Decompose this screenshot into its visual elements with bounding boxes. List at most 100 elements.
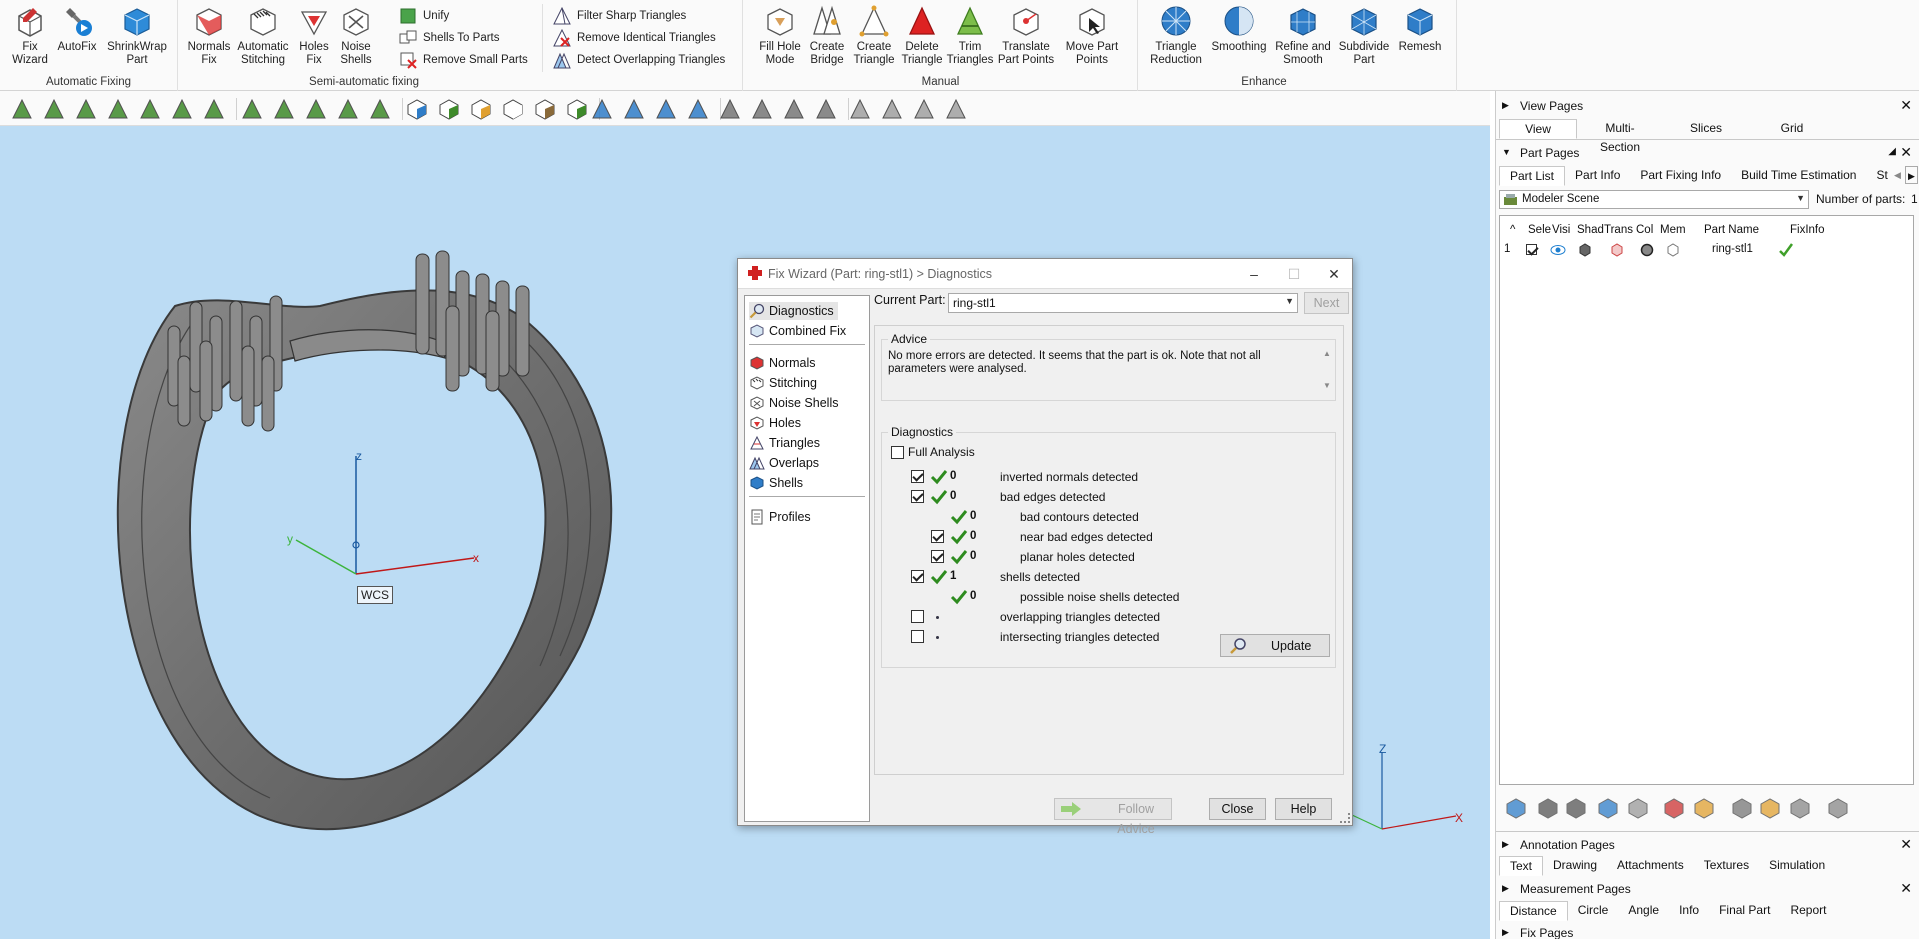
tab-textures[interactable]: Textures xyxy=(1694,856,1759,876)
view-front-icon[interactable] xyxy=(405,97,429,121)
automatic-stitching-button[interactable]: Automatic Stitching xyxy=(236,4,290,67)
next-button[interactable]: Next xyxy=(1304,292,1349,314)
fix-pages-header[interactable]: ▶ Fix Pages xyxy=(1496,923,1919,939)
select-brush-icon[interactable] xyxy=(202,97,226,121)
nav-item-shells[interactable]: Shells xyxy=(749,474,807,492)
column-header[interactable]: Sele xyxy=(1528,224,1551,236)
column-header[interactable]: Shad xyxy=(1577,224,1604,236)
delete-marked-icon[interactable] xyxy=(718,97,742,121)
nav-item-diagnostics[interactable]: Diagnostics xyxy=(749,302,838,320)
tab-angle[interactable]: Angle xyxy=(1618,901,1669,921)
mark-all-icon[interactable] xyxy=(336,97,360,121)
column-header[interactable]: ^ xyxy=(1510,224,1515,236)
mark-plane-icon[interactable] xyxy=(240,97,264,121)
tab-scroll-left-icon[interactable]: ◀ xyxy=(1894,166,1905,184)
diagnostic-checkbox[interactable] xyxy=(911,470,924,483)
shrinkwrap-part-button[interactable]: ShrinkWrap Part xyxy=(104,4,170,67)
minimize-button[interactable]: – xyxy=(1238,263,1270,285)
maximize-button[interactable]: ☐ xyxy=(1278,263,1310,285)
view-back-icon[interactable] xyxy=(437,97,461,121)
select-lasso-icon[interactable] xyxy=(170,97,194,121)
close-icon[interactable]: ✕ xyxy=(1900,144,1912,161)
memory-icon[interactable] xyxy=(1666,243,1680,257)
triangle-c-icon[interactable] xyxy=(814,97,838,121)
tri-grey-icon[interactable] xyxy=(944,97,968,121)
unify-button[interactable]: Unify xyxy=(398,6,449,26)
measurement-pages-header[interactable]: ▶ Measurement Pages ✕ xyxy=(1496,879,1919,898)
shells-to-parts-button[interactable]: Shells To Parts xyxy=(398,28,500,48)
diagnostic-checkbox[interactable] xyxy=(911,610,924,623)
remove-small-parts-button[interactable]: Remove Small Parts xyxy=(398,50,528,70)
delete-part-icon[interactable] xyxy=(1662,796,1686,820)
select-all-icon[interactable] xyxy=(1536,796,1560,820)
view-left-icon[interactable] xyxy=(501,97,525,121)
close-icon[interactable]: ✕ xyxy=(1900,97,1912,114)
nav-item-triangles[interactable]: Triangles xyxy=(749,434,824,452)
advice-scrollbar[interactable]: ▲ ▼ xyxy=(1321,346,1333,390)
select-edge-icon[interactable] xyxy=(74,97,98,121)
holes-fix-button[interactable]: Holes Fix xyxy=(295,4,333,67)
add-part-icon[interactable] xyxy=(1504,796,1528,820)
autofix-button[interactable]: AutoFix xyxy=(56,4,98,54)
fix-wizard-button[interactable]: Fix Wizard xyxy=(10,4,50,67)
tab-slices[interactable]: Slices xyxy=(1663,119,1749,139)
subdivide-part-button[interactable]: Subdivide Part xyxy=(1337,4,1391,67)
tab-grid[interactable]: Grid xyxy=(1749,119,1835,139)
remove-identical-triangles-button[interactable]: Remove Identical Triangles xyxy=(552,28,716,48)
trim-triangles-button[interactable]: Trim Triangles xyxy=(947,4,993,67)
tab-build-time-estimation[interactable]: Build Time Estimation xyxy=(1731,166,1866,186)
transparency-icon[interactable] xyxy=(1610,243,1624,257)
tri-blue-icon[interactable] xyxy=(912,97,936,121)
tab-multi-section[interactable]: Multi-Section xyxy=(1577,119,1663,154)
nav-item-holes[interactable]: Holes xyxy=(749,414,805,432)
nav-item-normals[interactable]: Normals xyxy=(749,354,820,372)
translate-part-points-button[interactable]: Translate Part Points xyxy=(994,4,1058,67)
tab-part-list[interactable]: Part List xyxy=(1499,166,1566,186)
triangle-b-icon[interactable] xyxy=(782,97,806,121)
close-icon[interactable]: ✕ xyxy=(1900,880,1912,897)
nav-item-overlaps[interactable]: Overlaps xyxy=(749,454,823,472)
triangle-a-icon[interactable] xyxy=(750,97,774,121)
mark-surface-icon[interactable] xyxy=(272,97,296,121)
tab-scroll-right-icon[interactable]: ▶ xyxy=(1905,166,1918,184)
nav-item-profiles[interactable]: Profiles xyxy=(749,508,815,526)
tag-icon[interactable] xyxy=(1730,796,1754,820)
tab-info[interactable]: Info xyxy=(1669,901,1709,921)
tab-circle[interactable]: Circle xyxy=(1568,901,1619,921)
tab-view[interactable]: View xyxy=(1499,119,1577,139)
fill-hole-mode-button[interactable]: Fill Hole Mode xyxy=(758,4,802,67)
view-iso-icon[interactable] xyxy=(565,97,589,121)
nav-item-noise-shells[interactable]: Noise Shells xyxy=(749,394,842,412)
stack-icon[interactable] xyxy=(1788,796,1812,820)
dialog-title-bar[interactable]: Fix Wizard (Part: ring-stl1) > Diagnosti… xyxy=(738,259,1352,289)
column-header[interactable]: Part Name xyxy=(1704,224,1759,236)
create-bridge-button[interactable]: Create Bridge xyxy=(806,4,848,67)
smoothing-button[interactable]: Smoothing xyxy=(1209,4,1269,54)
triangle-reduction-button[interactable]: Triangle Reduction xyxy=(1147,4,1205,67)
close-icon[interactable]: ✕ xyxy=(1900,836,1912,853)
part-pages-header[interactable]: ▼ Part Pages ◢ ✕ xyxy=(1496,143,1919,162)
duplicate-icon[interactable] xyxy=(1596,796,1620,820)
tab-distance[interactable]: Distance xyxy=(1499,901,1568,921)
create-triangle-button[interactable]: Create Triangle xyxy=(852,4,896,67)
nav-item-combined-fix[interactable]: Combined Fix xyxy=(749,322,850,340)
detect-overlapping-triangles-button[interactable]: Detect Overlapping Triangles xyxy=(552,50,725,70)
tab-text[interactable]: Text xyxy=(1499,856,1544,876)
follow-advice-button[interactable]: Follow Advice xyxy=(1054,798,1172,836)
select-rect-icon[interactable] xyxy=(138,97,162,121)
tab-simulation[interactable]: Simulation xyxy=(1759,856,1835,876)
diagnostic-checkbox[interactable] xyxy=(931,530,944,543)
measure-3-icon[interactable] xyxy=(654,97,678,121)
resize-grip[interactable] xyxy=(1340,813,1350,823)
measure-1-icon[interactable] xyxy=(590,97,614,121)
pin-icon[interactable]: ◢ xyxy=(1888,146,1896,157)
visibility-eye-icon[interactable] xyxy=(1550,243,1566,257)
column-header[interactable]: FixInfo xyxy=(1790,224,1825,236)
column-header[interactable]: Mem xyxy=(1660,224,1686,236)
annotation-pages-header[interactable]: ▶ Annotation Pages ✕ xyxy=(1496,835,1919,854)
column-header[interactable]: Trans xyxy=(1604,224,1633,236)
tab-attachments[interactable]: Attachments xyxy=(1607,856,1694,876)
help-button[interactable]: Help xyxy=(1275,798,1332,820)
close-window-button[interactable]: ✕ xyxy=(1318,263,1350,285)
diagnostic-checkbox[interactable] xyxy=(911,490,924,503)
